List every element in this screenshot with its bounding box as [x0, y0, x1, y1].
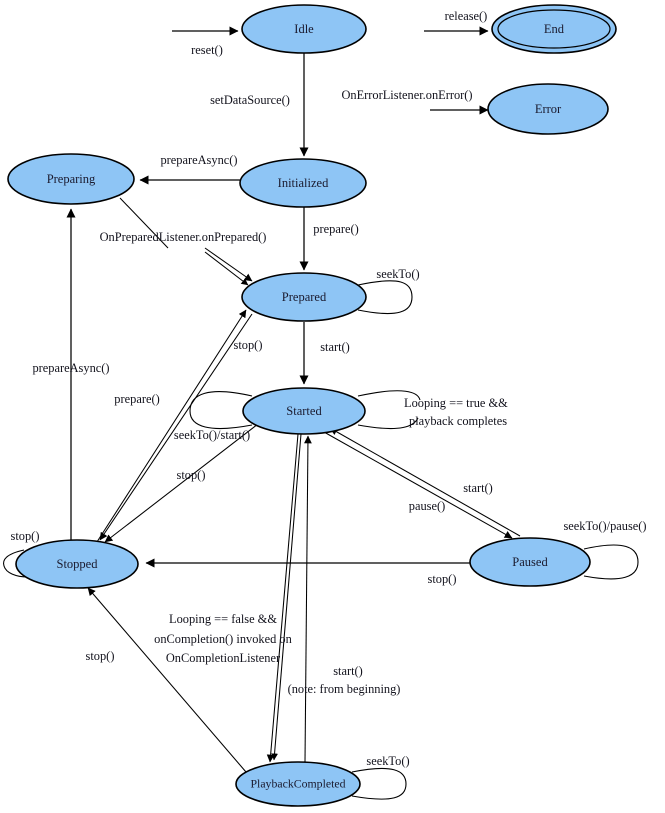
edge-onprepared-seg2b [204, 251, 249, 286]
state-error[interactable]: Error [487, 83, 609, 135]
edge-label-looping-false-3: OnCompletionListener [166, 651, 281, 665]
state-label-started: Started [286, 404, 322, 418]
edge-start-beginning [304, 435, 312, 763]
edge-onprepared-seg2 [204, 247, 253, 282]
edge-label-prepare-stopped: prepare() [114, 392, 159, 406]
state-stopped[interactable]: Stopped [15, 539, 139, 589]
state-idle[interactable]: Idle [241, 4, 367, 54]
state-paused[interactable]: Paused [469, 537, 591, 587]
edge-label-reset: reset() [191, 43, 223, 57]
edge-label-prepared-seekto: seekTo() [376, 267, 419, 281]
edge-label-start: start() [320, 340, 350, 354]
edge-label-playback-completes: playback completes [409, 414, 507, 428]
edge-label-onerror: OnErrorListener.onError() [341, 88, 472, 102]
state-prepared[interactable]: Prepared [241, 272, 367, 322]
edge-label-pause: pause() [409, 499, 445, 513]
edge-label-prepareasync-stopped: prepareAsync() [32, 361, 109, 375]
state-label-stopped: Stopped [57, 557, 99, 571]
edge-label-looping-false-1: Looping == false && [169, 612, 277, 626]
selfloop-paused-seekto-pause [583, 544, 639, 580]
edge-label-looping-false-2: onCompletion() invoked on [154, 632, 292, 646]
edge-label-stop-completed: stop() [86, 649, 115, 663]
state-label-idle: Idle [294, 22, 314, 36]
state-label-preparing: Preparing [47, 172, 96, 186]
edge-label-prepare: prepare() [313, 222, 358, 236]
edge-label-stop-prepared: stop() [234, 338, 263, 352]
edge-label-stop-paused: stop() [428, 572, 457, 586]
edge-label-seekto-pause: seekTo()/pause() [563, 519, 646, 533]
state-label-prepared: Prepared [282, 290, 327, 304]
state-end[interactable]: End [491, 4, 617, 54]
state-label-initialized: Initialized [278, 176, 329, 190]
edge-label-seekto-completed: seekTo() [366, 754, 409, 768]
edge-label-stop-mid: stop() [177, 468, 206, 482]
media-player-state-diagram: Idle End Error Preparing Initialized Pre… [2, 4, 647, 807]
edge-completed [266, 433, 299, 763]
edge-label-prepareasync-init: prepareAsync() [160, 153, 237, 167]
edge-label-start-beginning-1: start() [333, 664, 363, 678]
state-label-playbackcompleted: PlaybackCompleted [250, 777, 345, 791]
state-label-end: End [544, 22, 565, 36]
edge-label-start-beginning-2: (note: from beginning) [288, 682, 401, 696]
edge-completed-b [271, 433, 302, 761]
edge-label-onprepared: OnPreparedListener.onPrepared() [100, 230, 267, 244]
state-playbackcompleted[interactable]: PlaybackCompleted [235, 761, 361, 807]
edge-label-setdatasource: setDataSource() [210, 93, 290, 107]
edge-label-start-paused: start() [463, 481, 493, 495]
edge-label-looping-true: Looping == true && [404, 396, 508, 410]
state-preparing[interactable]: Preparing [7, 153, 135, 205]
state-label-error: Error [535, 102, 562, 116]
edge-label-seekto-start: seekTo()/start() [174, 428, 250, 442]
state-label-paused: Paused [512, 555, 548, 569]
state-diagram-canvas: Idle End Error Preparing Initialized Pre… [0, 0, 665, 813]
edge-label-release: release() [445, 9, 488, 23]
edge-label-stop-self: stop() [11, 529, 40, 543]
state-initialized[interactable]: Initialized [239, 158, 367, 208]
state-started[interactable]: Started [242, 387, 366, 435]
